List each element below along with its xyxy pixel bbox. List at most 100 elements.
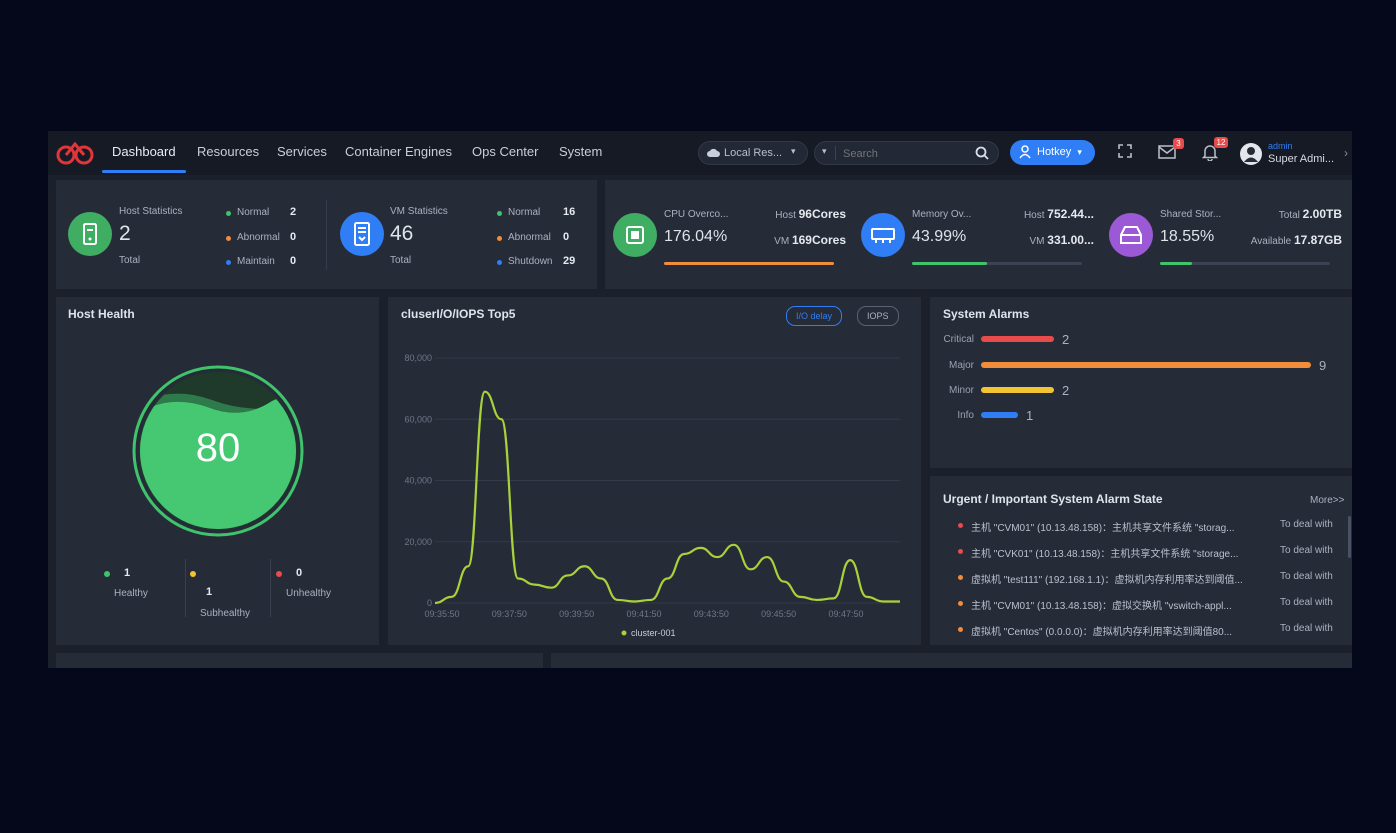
health-legend-label: Unhealthy <box>286 588 332 599</box>
deal-with-link[interactable]: To deal with <box>1280 623 1333 634</box>
alarm-text: 虚拟机 "test111" (192.168.1.1)：虚拟机内存利用率达到阈值… <box>971 575 1243 586</box>
nav-system[interactable]: System <box>559 144 602 159</box>
alarm-level-label: Minor <box>948 385 974 396</box>
nav-ops-center[interactable]: Ops Center <box>472 144 538 159</box>
location-label: Local Res... <box>724 147 783 159</box>
storage-title: Shared Stor... <box>1160 209 1222 220</box>
vm-status-dot <box>497 260 502 265</box>
dashboard-app: Dashboard Resources Services Container E… <box>48 131 1352 668</box>
y-tick-label: 80,000 <box>404 353 432 363</box>
location-select[interactable]: Local Res... ▾ <box>698 141 808 165</box>
health-legend-dot <box>104 571 110 577</box>
vm-status-dot <box>497 211 502 216</box>
x-tick-label: 09:45:50 <box>761 609 796 619</box>
host-vm-stats-panel: Host Statistics 2 Total Normal 2 Abnormal 0… <box>56 180 597 289</box>
hotkey-button[interactable]: Hotkey ▾ <box>1010 140 1095 165</box>
alarm-level-label: Info <box>957 410 974 421</box>
search-box[interactable]: ▾ <box>814 141 999 165</box>
bottom-panel-left <box>56 653 543 668</box>
storage-primary-label: Total <box>1278 210 1300 221</box>
cpu-primary-value: 96Cores <box>798 207 846 221</box>
urgent-list-scrollbar[interactable] <box>1348 516 1351 558</box>
alarm-severity-dot <box>958 575 963 580</box>
urgent-alarms-title: Urgent / Important System Alarm State <box>943 492 1163 506</box>
search-input[interactable] <box>841 145 965 163</box>
cpu-progress-fill <box>664 262 834 265</box>
vm-stat-total: 46 <box>390 222 414 245</box>
host-health-title: Host Health <box>68 307 135 321</box>
cpu-icon-circle <box>613 213 657 257</box>
top-nav: Dashboard Resources Services Container E… <box>48 131 1352 175</box>
nav-services[interactable]: Services <box>277 144 327 159</box>
deal-with-link[interactable]: To deal with <box>1280 597 1333 608</box>
vm-stat-total-label: Total <box>390 255 412 266</box>
logo-icon[interactable] <box>56 140 94 166</box>
health-score-value: 80 <box>195 426 241 470</box>
memory-secondary-label: VM <box>1029 236 1045 247</box>
memory-primary-label: Host <box>1023 210 1045 221</box>
user-role: Super Admi... <box>1268 153 1335 165</box>
memory-secondary-value: 331.00... <box>1047 233 1094 247</box>
host-status-value: 0 <box>290 255 297 267</box>
health-legend-count: 1 <box>206 586 213 598</box>
urgent-alarm-row[interactable]: 主机 "CVM01" (10.13.48.158)：主机共享文件系统 "stor… <box>958 519 1352 534</box>
x-tick-label: 09:47:50 <box>828 609 863 619</box>
x-tick-label: 09:43:50 <box>694 609 729 619</box>
notifications-button[interactable]: 12 <box>1202 137 1228 163</box>
user-menu[interactable]: admin Super Admi... › <box>1240 140 1350 168</box>
host-stat-icon-circle <box>68 212 112 256</box>
nav-resources[interactable]: Resources <box>197 144 259 159</box>
host-status-label: Normal <box>237 207 270 218</box>
storage-icon <box>1120 226 1142 244</box>
urgent-alarm-row[interactable]: 主机 "CVM01" (10.13.48.158)：虚拟交换机 "vswitch… <box>958 597 1352 612</box>
alarm-count: 2 <box>1062 332 1070 347</box>
vm-stat-icon-circle <box>340 212 384 256</box>
alarm-count: 2 <box>1062 383 1070 398</box>
memory-progress-track <box>912 262 1082 265</box>
urgent-alarm-row[interactable]: 主机 "CVK01" (10.13.48.158)：主机共享文件系统 "stor… <box>958 545 1352 560</box>
fullscreen-icon[interactable] <box>1117 143 1133 159</box>
host-stat-total-label: Total <box>119 255 141 266</box>
urgent-alarm-row[interactable]: 虚拟机 "test111" (192.168.1.1)：虚拟机内存利用率达到阈值… <box>958 571 1352 586</box>
avatar-icon <box>1240 143 1262 165</box>
alarm-text: 虚拟机 "Centos" (0.0.0.0)：虚拟机内存利用率达到阈值80... <box>971 627 1233 638</box>
nav-container-engines[interactable]: Container Engines <box>345 144 452 159</box>
system-alarms-title: System Alarms <box>943 307 1030 321</box>
storage-secondary-label: Available <box>1250 236 1292 247</box>
health-legend-label: Subhealthy <box>200 608 251 619</box>
deal-with-link[interactable]: To deal with <box>1280 571 1333 582</box>
search-icon[interactable] <box>975 146 989 160</box>
more-link[interactable]: More>> <box>1310 495 1344 506</box>
active-tab-indicator <box>102 170 186 173</box>
messages-button[interactable]: 3 <box>1158 138 1184 163</box>
chevron-down-icon: ▾ <box>791 146 796 156</box>
host-stat-title: Host Statistics <box>119 206 183 217</box>
deal-with-link[interactable]: To deal with <box>1280 519 1333 530</box>
search-scope-chevron-icon[interactable]: ▾ <box>822 146 827 157</box>
memory-title: Memory Ov... <box>912 209 972 220</box>
storage-secondary-value: 17.87GB <box>1293 233 1342 247</box>
cpu-secondary-value: 169Cores <box>791 233 846 247</box>
memory-progress-fill <box>912 262 987 265</box>
host-status-dot <box>226 211 231 216</box>
urgent-alarm-row[interactable]: 虚拟机 "Centos" (0.0.0.0)：虚拟机内存利用率达到阈值80...… <box>958 623 1352 638</box>
legend-divider <box>185 559 186 617</box>
memory-primary: Host 752.44... <box>1024 207 1094 221</box>
health-legend-dot <box>190 571 196 577</box>
vm-stat-title: VM Statistics <box>390 206 448 217</box>
alarm-severity-dot <box>958 523 963 528</box>
nav-dashboard[interactable]: Dashboard <box>112 144 176 159</box>
series-line-cluster-001 <box>434 390 900 605</box>
y-tick-label: 20,000 <box>404 537 432 547</box>
alarm-count: 1 <box>1026 408 1034 423</box>
host-status-label: Abnormal <box>237 232 280 243</box>
system-alarms-panel: System Alarms Critical 2 Major 9 Minor 2 Info 1 <box>930 297 1352 468</box>
cpu-secondary: VM 169Cores <box>774 233 846 247</box>
memory-secondary: VM 331.00... <box>1030 233 1095 247</box>
host-status-label: Maintain <box>237 256 275 267</box>
deal-with-link[interactable]: To deal with <box>1280 545 1333 556</box>
alarm-text: 主机 "CVK01" (10.13.48.158)：主机共享文件系统 "stor… <box>971 549 1239 560</box>
resource-usage-panel: CPU Overco... 176.04% Host 96Cores VM 169Co… <box>605 180 1352 289</box>
stats-divider <box>326 200 327 270</box>
vm-status-dot <box>497 236 502 241</box>
